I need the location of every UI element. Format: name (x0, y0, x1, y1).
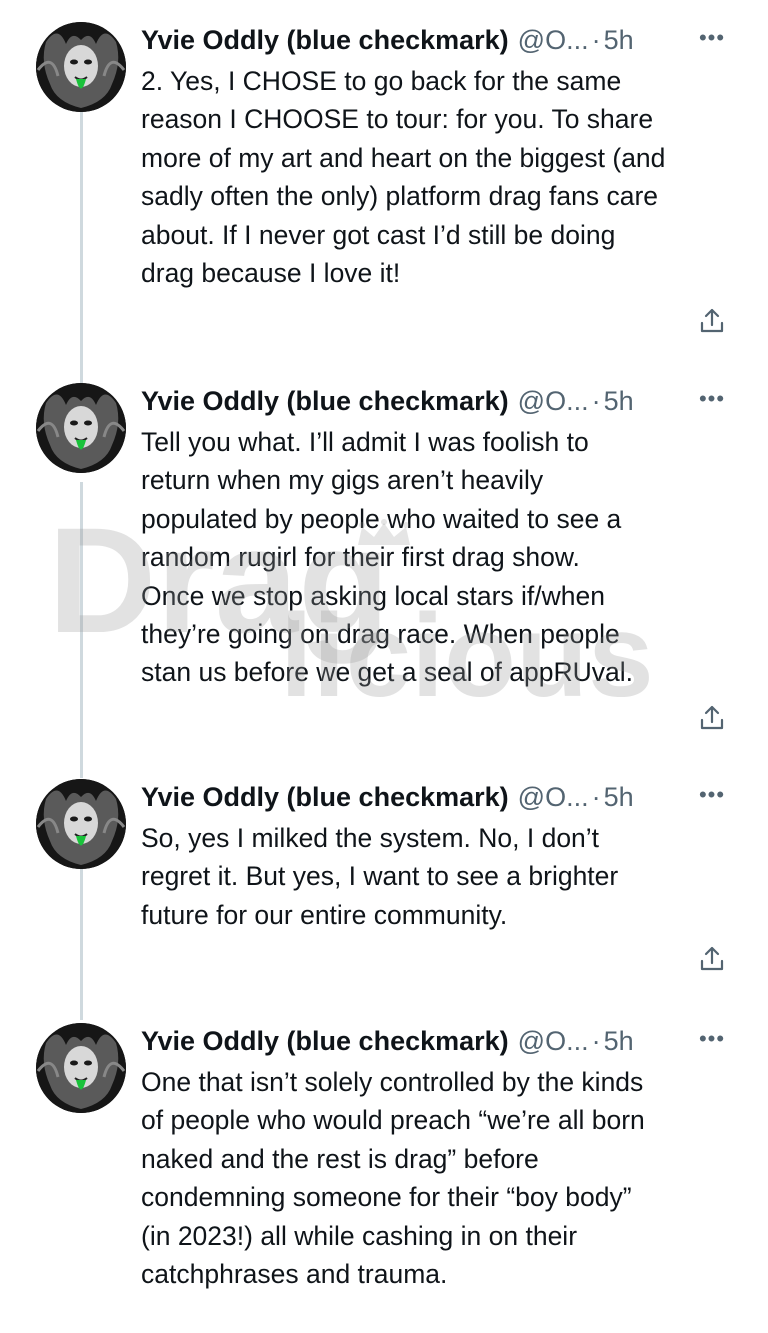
share-icon[interactable] (697, 944, 727, 974)
tweet-header: Yvie Oddly (blue checkmark) @O... · 5h (141, 20, 741, 60)
avatar[interactable] (36, 22, 126, 112)
avatar[interactable] (36, 1023, 126, 1113)
display-name[interactable]: Yvie Oddly (blue checkmark) (141, 782, 509, 813)
avatar[interactable] (36, 779, 126, 869)
tweet-header: Yvie Oddly (blue checkmark) @O... · 5h (141, 1021, 741, 1061)
user-handle[interactable]: @O... (518, 386, 589, 417)
tweet-header: Yvie Oddly (blue checkmark) @O... · 5h (141, 777, 741, 817)
user-handle[interactable]: @O... (518, 25, 589, 56)
tweet[interactable]: Yvie Oddly (blue checkmark) @O... · 5h •… (0, 779, 768, 1009)
tweet-header: Yvie Oddly (blue checkmark) @O... · 5h (141, 381, 741, 421)
display-name[interactable]: Yvie Oddly (blue checkmark) (141, 386, 509, 417)
more-options-icon[interactable]: ••• (696, 387, 728, 411)
tweet[interactable]: Yvie Oddly (blue checkmark) @O... · 5h •… (0, 22, 768, 352)
more-options-icon[interactable]: ••• (696, 26, 728, 50)
share-icon[interactable] (697, 306, 727, 336)
share-icon[interactable] (697, 703, 727, 733)
timestamp[interactable]: 5h (604, 386, 634, 417)
tweet-text: Tell you what. I’ll admit I was foolish … (141, 427, 634, 688)
separator-dot: · (591, 24, 601, 55)
timestamp[interactable]: 5h (604, 782, 634, 813)
timestamp[interactable]: 5h (604, 25, 634, 56)
tweet[interactable]: Yvie Oddly (blue checkmark) @O... · 5h •… (0, 1023, 768, 1323)
display-name[interactable]: Yvie Oddly (blue checkmark) (141, 25, 509, 56)
tweet-text: 2. Yes, I CHOSE to go back for the same … (141, 66, 666, 289)
more-options-icon[interactable]: ••• (696, 783, 728, 807)
user-handle[interactable]: @O... (518, 1026, 589, 1057)
tweet[interactable]: Yvie Oddly (blue checkmark) @O... · 5h •… (0, 383, 768, 763)
more-options-icon[interactable]: ••• (696, 1027, 728, 1051)
avatar[interactable] (36, 383, 126, 473)
user-handle[interactable]: @O... (518, 782, 589, 813)
separator-dot: · (591, 781, 601, 812)
separator-dot: · (591, 385, 601, 416)
display-name[interactable]: Yvie Oddly (blue checkmark) (141, 1026, 509, 1057)
tweet-text: One that isn’t solely controlled by the … (141, 1067, 645, 1290)
timestamp[interactable]: 5h (604, 1026, 634, 1057)
separator-dot: · (591, 1025, 601, 1056)
tweet-text: So, yes I milked the system. No, I don’t… (141, 823, 619, 930)
